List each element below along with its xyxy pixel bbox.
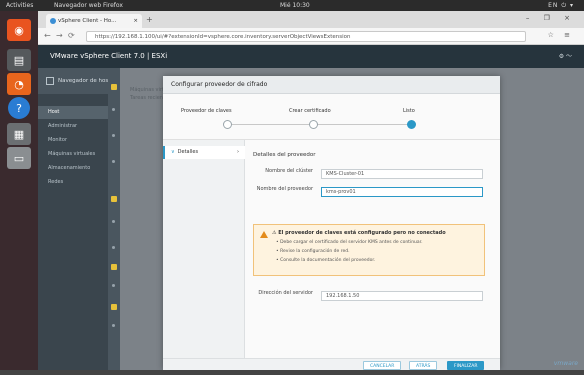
bullet-icon xyxy=(112,108,115,111)
navigation-toolbar: ← → ⟳ https://192.168.1.100/ui/#?extensi… xyxy=(38,28,584,45)
provider-name-input[interactable]: kms-prov01 xyxy=(321,187,483,197)
vmware-watermark: vmware xyxy=(553,360,578,367)
chevron-right-icon: › xyxy=(237,149,239,155)
warning-icon xyxy=(260,231,268,238)
settings-icon[interactable]: ▦ xyxy=(7,123,31,145)
cancel-button[interactable]: CANCELAR xyxy=(363,361,402,370)
browser-tab[interactable]: vSphere Client - Ho... × xyxy=(46,14,142,28)
step-indicator-current[interactable] xyxy=(407,120,416,129)
activities-button[interactable]: Activities xyxy=(6,0,33,11)
bullet-icon xyxy=(112,324,115,327)
step-indicator[interactable] xyxy=(309,120,318,129)
warning-line: • Consulte la documentación del proveedo… xyxy=(276,258,376,263)
back-button[interactable]: ATRÁS xyxy=(409,361,438,370)
user-menu[interactable]: ⚙ 〜 xyxy=(559,45,572,68)
app-launcher: ◉ ▤ ◔ ? ▦ ▭ xyxy=(0,11,38,370)
step-label: Proveedor de claves xyxy=(181,108,232,114)
wizard-stepper: Proveedor de claves Crear certificado Li… xyxy=(163,94,500,140)
active-app-name[interactable]: Navegador web Firefox xyxy=(54,0,123,11)
os-top-panel: Activities Navegador web Firefox Mié 10:… xyxy=(0,0,584,11)
folder-icon[interactable] xyxy=(111,196,117,202)
navigator-title-text: Navegador de host xyxy=(58,78,111,84)
side-nav-details[interactable]: ∨ Detalles › xyxy=(163,146,245,159)
clock[interactable]: Mié 10:30 xyxy=(280,0,310,11)
bullet-icon xyxy=(112,134,115,137)
step-connector xyxy=(228,124,408,125)
cluster-name-label: Nombre del clúster xyxy=(265,168,313,174)
bottom-bar xyxy=(0,370,584,375)
reload-icon[interactable]: ⟳ xyxy=(68,31,75,40)
dialog-content: Detalles del proveedor Nombre del clúste… xyxy=(253,140,493,358)
ubuntu-logo-icon[interactable]: ◉ xyxy=(7,19,31,41)
dialog-side-nav: ∨ Detalles › xyxy=(163,140,245,358)
url-bar[interactable]: https://192.168.1.100/ui/#?extensionId=v… xyxy=(86,31,526,42)
provider-name-label: Nombre del proveedor xyxy=(256,186,313,192)
step-label: Listo xyxy=(403,108,415,114)
window-controls[interactable]: – ❐ × xyxy=(526,14,576,22)
folder-icon[interactable] xyxy=(111,264,117,270)
step-indicator[interactable] xyxy=(223,120,232,129)
dialog-title: Configurar proveedor de cifrado xyxy=(163,76,500,94)
warning-line: • Revise la configuración de red. xyxy=(276,249,350,254)
warning-title: ⚠ El proveedor de claves está configurad… xyxy=(272,230,446,236)
warning-banner: ⚠ El proveedor de claves está configurad… xyxy=(253,224,485,276)
forward-icon[interactable]: → xyxy=(56,31,63,40)
finish-button[interactable]: FINALIZAR xyxy=(447,361,485,370)
side-nav-label: Detalles xyxy=(177,149,199,155)
bullet-icon xyxy=(112,284,115,287)
section-title: Detalles del proveedor xyxy=(253,152,316,158)
system-tray[interactable]: EN ⏻ ▾ xyxy=(548,0,574,11)
dialog-footer: CANCELAR ATRÁS FINALIZAR xyxy=(163,358,500,370)
server-address-label: Dirección del servidor xyxy=(258,290,313,296)
back-icon[interactable]: ← xyxy=(44,31,51,40)
step-label: Crear certificado xyxy=(289,108,331,114)
bullet-icon xyxy=(112,220,115,223)
close-tab-icon[interactable]: × xyxy=(133,14,138,28)
browser-menu[interactable]: ☆ ≡ xyxy=(548,31,574,39)
new-tab-button[interactable]: + xyxy=(146,16,156,24)
navigator-icon-strip xyxy=(108,68,120,370)
tab-title: vSphere Client - Ho... xyxy=(58,18,117,24)
bullet-icon xyxy=(112,160,115,163)
cluster-name-input[interactable]: KMS-Cluster-01 xyxy=(321,169,483,179)
help-icon[interactable]: ? xyxy=(8,97,30,119)
vsphere-favicon-icon xyxy=(50,18,56,24)
expand-icon: ∨ xyxy=(171,149,175,155)
document-icon[interactable]: ▭ xyxy=(7,147,31,169)
host-navigator: Navegador de host Host Administrar Monit… xyxy=(38,68,120,370)
navigator-icon xyxy=(46,77,54,85)
vsphere-title: VMware vSphere Client 7.0 | ESXi xyxy=(50,52,168,60)
configure-provider-dialog: Configurar proveedor de cifrado Proveedo… xyxy=(163,76,500,370)
bullet-icon xyxy=(112,246,115,249)
folder-icon[interactable] xyxy=(111,304,117,310)
folder-icon[interactable] xyxy=(111,84,117,90)
warning-line: • Debe cargar el certificado del servido… xyxy=(276,240,423,245)
vsphere-header: VMware vSphere Client 7.0 | ESXi ⚙ 〜 xyxy=(38,45,584,68)
server-address-input[interactable]: 192.168.1.50 xyxy=(321,291,483,301)
firefox-icon[interactable]: ◔ xyxy=(7,73,31,95)
files-icon[interactable]: ▤ xyxy=(7,49,31,71)
tab-bar: vSphere Client - Ho... × + – ❐ × xyxy=(38,11,584,28)
